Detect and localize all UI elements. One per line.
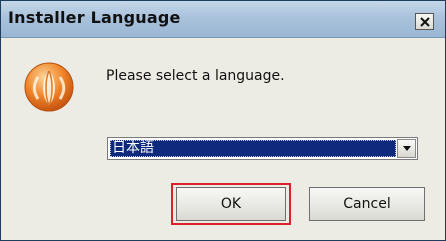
language-select[interactable]: 日本語 <box>107 137 418 160</box>
installer-logo-icon <box>23 61 75 113</box>
close-button[interactable] <box>415 13 434 30</box>
installer-language-dialog: Installer Language Please select a langu… <box>0 0 446 241</box>
language-select-value[interactable]: 日本語 <box>110 140 396 157</box>
close-icon <box>420 17 430 27</box>
prompt-message: Please select a language. <box>106 68 285 84</box>
title-bar[interactable]: Installer Language <box>1 1 445 38</box>
ok-button[interactable]: OK <box>176 187 286 221</box>
language-select-dropdown-button[interactable] <box>397 139 416 158</box>
window-title: Installer Language <box>8 8 181 27</box>
cancel-button[interactable]: Cancel <box>309 187 425 221</box>
chevron-down-icon <box>403 146 411 151</box>
